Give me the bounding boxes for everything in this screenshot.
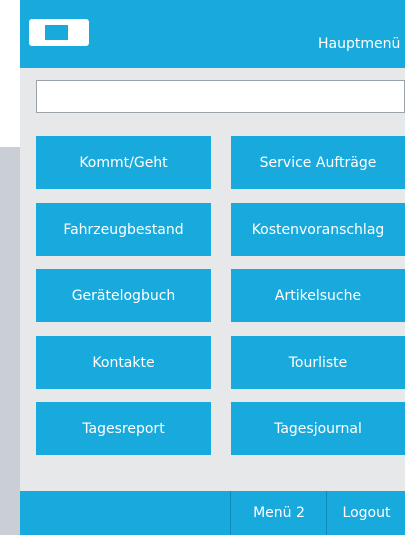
geraetelogbuch-button[interactable]: Gerätelogbuch [36, 269, 211, 322]
search-input[interactable] [36, 80, 405, 113]
page-title: Hauptmenü [318, 36, 401, 52]
kommt-geht-button[interactable]: Kommt/Geht [36, 136, 211, 189]
kontakte-button[interactable]: Kontakte [36, 336, 211, 389]
artikelsuche-button[interactable]: Artikelsuche [231, 269, 405, 322]
fahrzeugbestand-button[interactable]: Fahrzeugbestand [36, 203, 211, 256]
main-menu-grid: Kommt/Geht Service Aufträge Fahrzeugbest… [36, 136, 405, 466]
footer-bar: Menü 2 Logout [20, 491, 405, 535]
service-auftraege-button[interactable]: Service Aufträge [231, 136, 405, 189]
tagesreport-button[interactable]: Tagesreport [36, 402, 211, 455]
header-bar: Hauptmenü [20, 0, 405, 68]
app-screen: Hauptmenü Kommt/Geht Service Aufträge Fa… [20, 0, 405, 535]
tourliste-button[interactable]: Tourliste [231, 336, 405, 389]
logout-button[interactable]: Logout [326, 491, 405, 535]
side-panel [0, 147, 20, 535]
device-logo-icon [29, 19, 89, 46]
kostenvoranschlag-button[interactable]: Kostenvoranschlag [231, 203, 405, 256]
menu-2-button[interactable]: Menü 2 [230, 491, 327, 535]
tagesjournal-button[interactable]: Tagesjournal [231, 402, 405, 455]
